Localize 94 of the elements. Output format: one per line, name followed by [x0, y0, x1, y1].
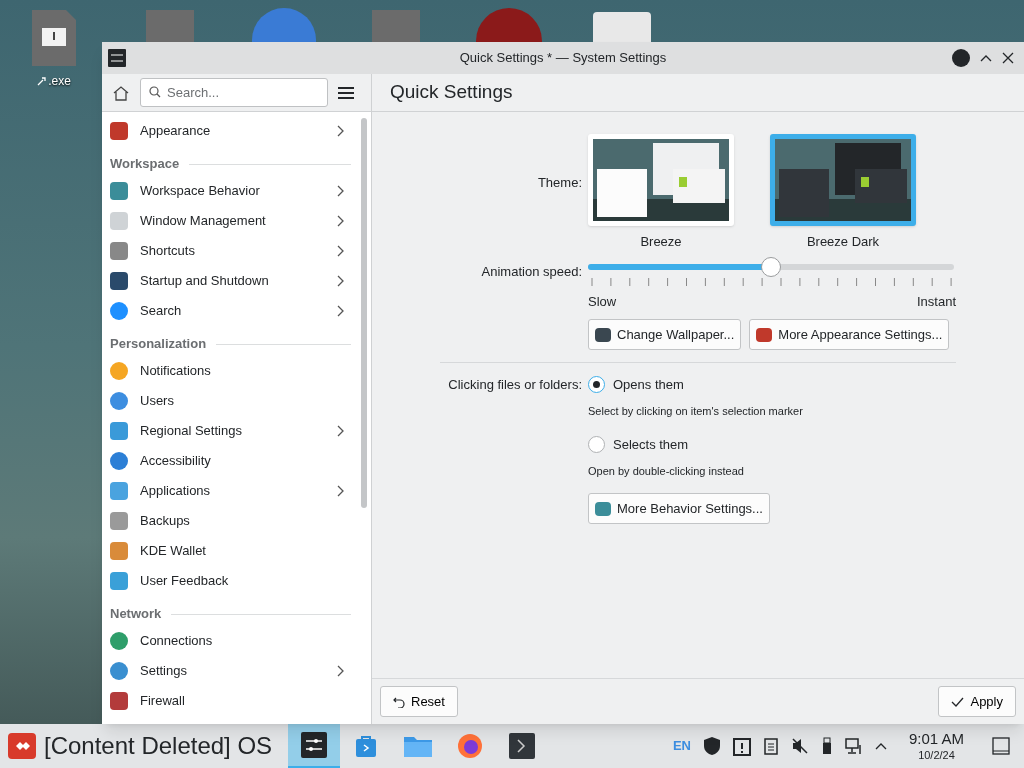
clock[interactable]: 9:01 AM 10/2/24	[908, 729, 964, 763]
setting-icon	[110, 692, 128, 710]
muted-speaker-icon[interactable]	[790, 737, 809, 755]
slider-min-label: Slow	[588, 292, 617, 311]
apply-button[interactable]: Apply	[938, 686, 1016, 717]
show-desktop-icon[interactable]	[992, 737, 1010, 755]
setting-icon	[110, 572, 128, 590]
setting-icon	[110, 632, 128, 650]
radio-button[interactable]	[588, 436, 605, 454]
setting-icon	[110, 122, 128, 140]
sidebar-item[interactable]: KDE Wallet	[110, 536, 351, 566]
clicking-label: Clicking files or folders:	[447, 376, 582, 394]
setting-icon	[110, 242, 128, 260]
setting-icon	[110, 182, 128, 200]
chevron-right-icon	[337, 665, 345, 677]
shield-icon[interactable]	[702, 736, 721, 756]
setting-icon	[110, 392, 128, 410]
search-field[interactable]: Search...	[140, 78, 328, 107]
sidebar-item[interactable]: Accessibility	[110, 446, 351, 476]
setting-icon	[110, 542, 128, 560]
sidebar-item[interactable]: Startup and Shutdown	[110, 266, 351, 296]
minimize-button[interactable]	[952, 49, 970, 67]
slider-thumb[interactable]	[761, 256, 781, 277]
search-icon	[149, 86, 161, 98]
undo-icon	[393, 695, 405, 708]
window-title: Quick Settings * — System Settings	[458, 49, 668, 68]
maximize-icon[interactable]	[980, 54, 992, 62]
page-title: Quick Settings	[390, 80, 513, 105]
setting-icon	[110, 452, 128, 470]
radio-option[interactable]: Opens them	[588, 375, 956, 395]
sidebar-item[interactable]: User Feedback	[110, 566, 351, 596]
sidebar-item[interactable]: Settings	[110, 656, 351, 686]
sidebar-item[interactable]: Firewall	[110, 686, 351, 716]
chevron-right-icon	[337, 125, 345, 137]
sidebar-item[interactable]: Applications	[110, 476, 351, 506]
section-heading: Personalization	[110, 335, 207, 354]
setting-icon	[110, 212, 128, 230]
setting-icon	[110, 362, 128, 380]
menu-icon[interactable]	[338, 85, 354, 100]
setting-icon	[110, 302, 128, 320]
setting-icon	[110, 422, 128, 440]
setting-icon	[110, 482, 128, 500]
sidebar-item[interactable]: Notifications	[110, 356, 351, 386]
reset-button[interactable]: Reset	[380, 686, 458, 717]
notes-icon[interactable]	[762, 737, 779, 755]
sidebar-item[interactable]: Backups	[110, 506, 351, 536]
section-heading: Network	[110, 605, 162, 624]
monitor-icon	[595, 327, 611, 342]
action-button[interactable]: Change Wallpaper...	[588, 319, 742, 350]
chevron-right-icon	[337, 245, 345, 257]
start-button[interactable]: [Content Deleted] OS	[0, 724, 281, 768]
palette-icon	[756, 327, 773, 342]
animation-speed-label: Animation speed:	[480, 262, 582, 281]
theme-label: Theme:	[536, 174, 582, 192]
network-icon[interactable]	[844, 737, 863, 755]
setting-icon	[110, 512, 128, 530]
section-heading: Workspace	[110, 155, 180, 174]
chevron-right-icon	[337, 185, 345, 197]
terminal-icon	[509, 733, 536, 759]
sidebar-item[interactable]: Connections	[110, 626, 351, 656]
chevron-right-icon	[337, 275, 345, 287]
chevron-right-icon	[337, 215, 345, 227]
option-hint: Open by double-clicking instead	[588, 463, 745, 479]
sidebar-item[interactable]: Search	[110, 296, 351, 326]
action-button[interactable]: More Behavior Settings...	[588, 493, 770, 524]
theme-name: Breeze	[640, 233, 682, 251]
desktop-icon-label: .exe	[48, 73, 71, 90]
check-icon	[951, 696, 965, 707]
diamond-logo-icon	[8, 733, 36, 759]
chevron-right-icon	[337, 485, 345, 497]
clipboard-alert-icon[interactable]	[732, 736, 751, 756]
sidebar-item[interactable]: Appearance	[110, 116, 351, 146]
scrollbar-thumb[interactable]	[361, 118, 367, 508]
theme-name: Breeze Dark	[806, 233, 880, 251]
option-hint: Select by clicking on item's selection marker	[588, 403, 804, 419]
radio-button[interactable]	[588, 376, 605, 394]
caret-up-icon[interactable]	[874, 742, 887, 750]
link-badge-icon	[37, 76, 48, 86]
action-button[interactable]: More Appearance Settings...	[749, 319, 950, 350]
slider-track[interactable]	[588, 256, 954, 277]
task-button[interactable]	[288, 724, 341, 768]
chevron-right-icon	[337, 305, 345, 317]
usb-drive-icon[interactable]	[820, 737, 833, 755]
close-icon[interactable]	[1002, 52, 1014, 64]
slider-max-label: Instant	[916, 292, 956, 311]
sidebar-item[interactable]: Window Management	[110, 206, 351, 236]
setting-icon	[110, 662, 128, 680]
radio-option[interactable]: Selects them	[588, 435, 956, 455]
sidebar-item[interactable]: Workspace Behavior	[110, 176, 351, 206]
setting-icon	[110, 272, 128, 290]
sidebar-item[interactable]: Users	[110, 386, 351, 416]
sidebar-item[interactable]: Shortcuts	[110, 236, 351, 266]
sidebar-item[interactable]: Regional Settings	[110, 416, 351, 446]
chevron-right-icon	[337, 425, 345, 437]
